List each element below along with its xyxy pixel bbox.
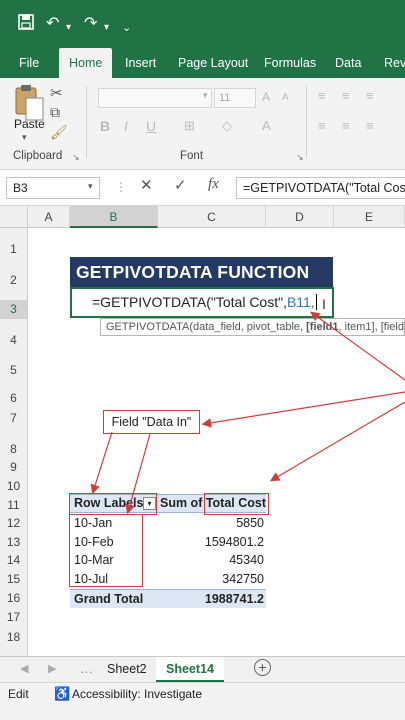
arrow-to-formula-ref [310,311,405,381]
accessibility-icon[interactable]: ♿ [54,686,70,702]
scroll-tabs-left-icon[interactable]: ◀ [20,662,28,675]
cell-mode: Edit [8,687,29,701]
sheet-tab-sheet2[interactable]: Sheet2 [97,657,157,682]
more-tabs-icon[interactable]: … [80,661,93,676]
add-sheet-icon[interactable]: + [254,659,271,676]
arrow-to-total-cost [269,401,405,482]
scroll-tabs-right-icon[interactable]: ▶ [48,662,56,675]
status-bar: Edit ♿ Accessibility: Investigate [0,682,405,720]
sheet-tab-sheet14[interactable]: Sheet14 [156,657,224,682]
annotation-arrows [90,311,405,515]
arrow-callout-to-row-labels [90,431,113,495]
arrow-callout-to-row-items [125,433,151,515]
sheet-tab-bar: ◀ ▶ … Sheet2 Sheet14 + [0,656,405,682]
accessibility-status[interactable]: Accessibility: Investigate [72,687,202,701]
